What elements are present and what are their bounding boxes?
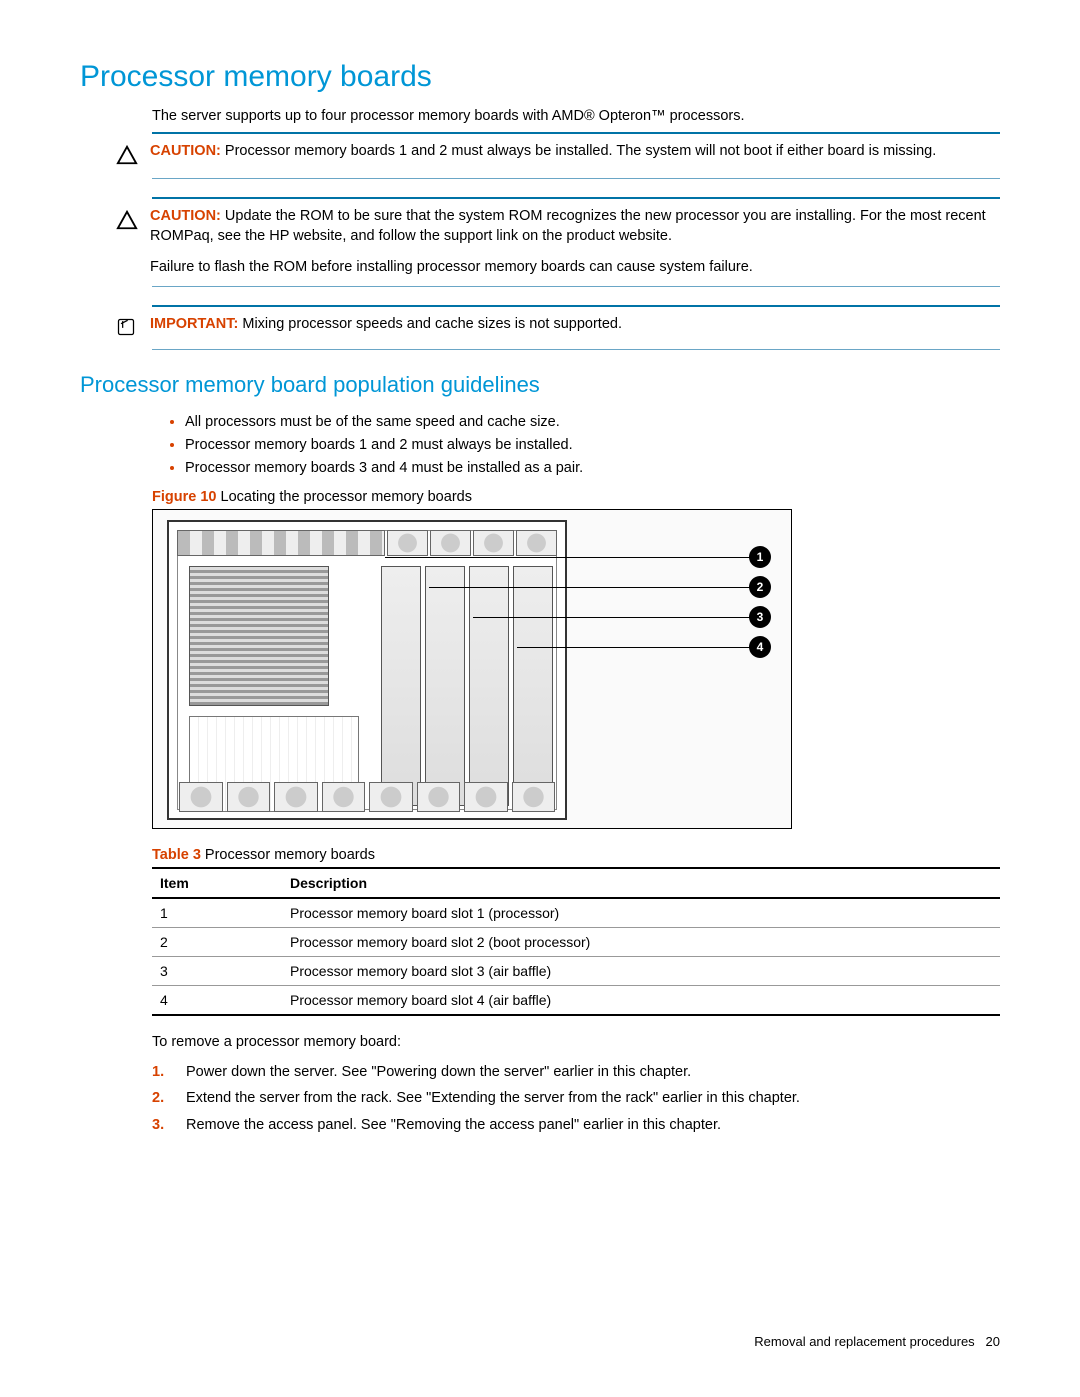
- callout-badge: 2: [749, 576, 771, 598]
- figure-caption-text: Locating the processor memory boards: [221, 489, 472, 505]
- important-notice: IMPORTANT: Mixing processor speeds and c…: [152, 315, 1000, 341]
- divider: [152, 305, 1000, 307]
- figure-label: Figure 10: [152, 489, 216, 505]
- table-header-desc: Description: [282, 868, 1000, 898]
- divider: [152, 286, 1000, 287]
- section-heading: Processor memory board population guidel…: [80, 372, 1000, 398]
- table-caption: Table 3 Processor memory boards: [152, 847, 1000, 863]
- caution-label: CAUTION:: [150, 208, 221, 224]
- footer-page-number: 20: [986, 1334, 1000, 1349]
- list-item: Processor memory boards 1 and 2 must alw…: [185, 435, 1000, 456]
- list-item: All processors must be of the same speed…: [185, 412, 1000, 433]
- page-footer: Removal and replacement procedures 20: [754, 1334, 1000, 1349]
- table-row: 2Processor memory board slot 2 (boot pro…: [152, 927, 1000, 956]
- caution-icon: [116, 144, 138, 170]
- important-label: IMPORTANT:: [150, 316, 238, 332]
- divider: [152, 349, 1000, 350]
- step-item: 3.Remove the access panel. See "Removing…: [152, 1115, 1000, 1135]
- divider: [152, 132, 1000, 134]
- callout-badge: 4: [749, 636, 771, 658]
- procedure-steps: 1.Power down the server. See "Powering d…: [152, 1062, 1000, 1135]
- important-text: Mixing processor speeds and cache sizes …: [242, 316, 622, 332]
- caution-text-2: Failure to flash the ROM before installi…: [150, 258, 1000, 278]
- caution-notice-2: CAUTION: Update the ROM to be sure that …: [152, 207, 1000, 278]
- step-item: 2.Extend the server from the rack. See "…: [152, 1088, 1000, 1108]
- caution-notice-1: CAUTION: Processor memory boards 1 and 2…: [152, 142, 1000, 170]
- footer-section: Removal and replacement procedures: [754, 1334, 974, 1349]
- table-label: Table 3: [152, 847, 201, 863]
- caution-text: Update the ROM to be sure that the syste…: [150, 208, 986, 244]
- caution-label: CAUTION:: [150, 143, 221, 159]
- list-item: Processor memory boards 3 and 4 must be …: [185, 458, 1000, 479]
- guideline-list: All processors must be of the same speed…: [80, 412, 1000, 479]
- memory-board-table: Item Description 1Processor memory board…: [152, 867, 1000, 1016]
- table-caption-text: Processor memory boards: [205, 847, 375, 863]
- note-icon: [116, 317, 138, 341]
- step-item: 1.Power down the server. See "Powering d…: [152, 1062, 1000, 1082]
- divider: [152, 197, 1000, 199]
- table-row: 3Processor memory board slot 3 (air baff…: [152, 956, 1000, 985]
- intro-text: The server supports up to four processor…: [152, 108, 1000, 124]
- caution-icon: [116, 209, 138, 235]
- divider: [152, 178, 1000, 179]
- figure-caption: Figure 10 Locating the processor memory …: [152, 489, 1000, 505]
- figure-diagram: 1 2 3 4 1 2 3 4: [152, 509, 792, 829]
- table-header-item: Item: [152, 868, 282, 898]
- callout-badge: 3: [749, 606, 771, 628]
- remove-intro: To remove a processor memory board:: [152, 1032, 1000, 1052]
- caution-text: Processor memory boards 1 and 2 must alw…: [225, 143, 936, 159]
- table-row: 1Processor memory board slot 1 (processo…: [152, 898, 1000, 928]
- table-row: 4Processor memory board slot 4 (air baff…: [152, 985, 1000, 1015]
- page-title: Processor memory boards: [80, 60, 1000, 94]
- callout-badge: 1: [749, 546, 771, 568]
